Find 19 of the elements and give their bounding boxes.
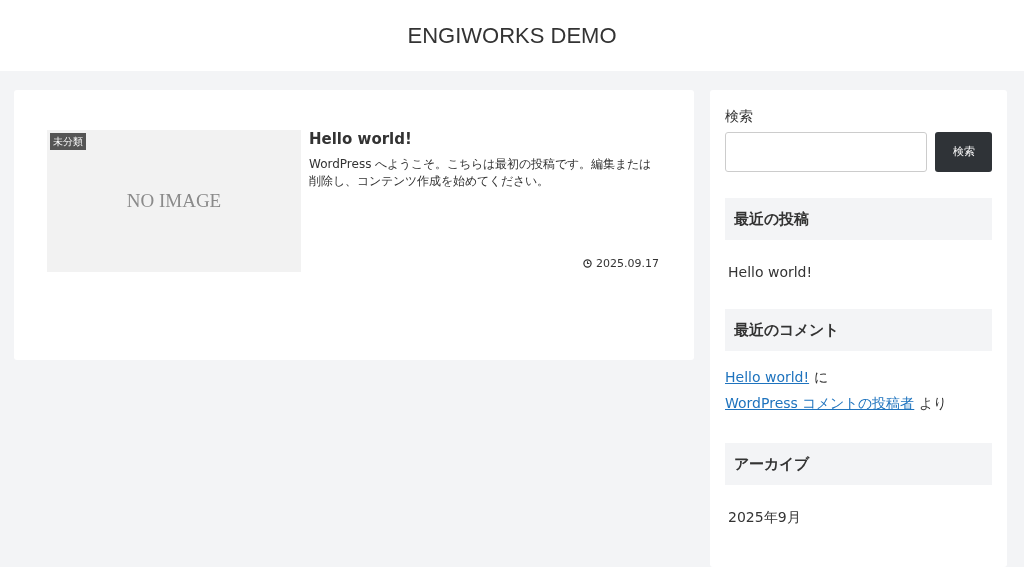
comment-link[interactable]: Hello world! [725,369,810,385]
category-label[interactable]: 未分類 [50,133,86,150]
widget-link[interactable]: Hello world! [725,240,992,283]
post-excerpt: WordPress へようこそ。こちらは最初の投稿です。編集または削除し、コンテンツ作成を始めてください。 [309,156,653,190]
site-title[interactable]: ENGIWORKS DEMO [407,19,617,52]
post-date: 2025.09.17 [596,255,659,272]
thumbnail-placeholder[interactable]: 未分類 NO IMAGE [47,130,301,272]
widget-title: 最近の投稿 [725,198,992,240]
comment-link[interactable]: WordPress コメントの投稿者 [725,394,915,411]
search-label: 検索 [725,107,754,126]
widget-title: 最近のコメント [725,309,992,351]
widget-link[interactable]: 2025年9月 [725,484,992,528]
search-button[interactable]: 検索 [935,132,992,172]
recent-comment: Hello world! に WordPress コメントの投稿者 より [725,368,948,413]
clock-icon [583,259,592,269]
widget-title: アーカイブ [725,442,992,485]
post-title[interactable]: Hello world! [309,130,661,148]
search-field[interactable] [725,132,927,172]
placeholder-text: NO IMAGE [126,188,222,213]
